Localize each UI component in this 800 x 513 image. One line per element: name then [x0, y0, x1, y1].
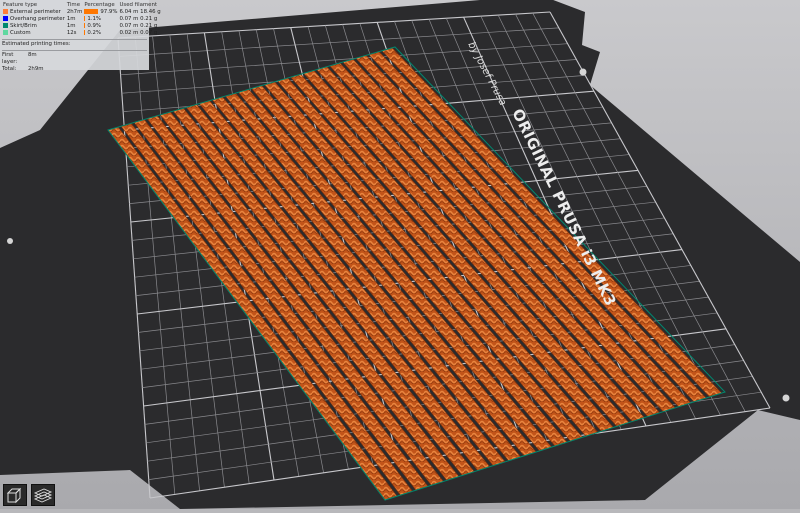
cube-iso-icon: [6, 487, 22, 504]
feature-row[interactable]: External perimeter 2h7m 97.9% 6.04 m 18.46 …: [2, 9, 162, 16]
feature-percentage: 1.1%: [83, 16, 118, 23]
bed-mount-hole: [579, 68, 587, 76]
feature-filament: 0.07 m 0.21 g: [119, 23, 158, 29]
feature-color-swatch: [3, 9, 8, 14]
estimated-times-label: Estimated printing times:: [2, 41, 71, 47]
col-percentage: Percentage: [84, 2, 115, 8]
feature-name: Custom: [2, 30, 66, 37]
col-used-filament: Used filament: [119, 2, 157, 8]
bed-mount-hole: [7, 238, 13, 244]
feature-table: Feature type Time Percentage Used filame…: [2, 2, 162, 37]
first-layer-row: First layer: 8m: [2, 52, 147, 66]
feature-percentage: 0.9%: [83, 23, 118, 30]
feature-name: Skirt/Brim: [2, 23, 66, 30]
feature-color-swatch: [3, 23, 8, 28]
first-layer-value: 8m: [28, 52, 37, 58]
col-feature-type: Feature type: [3, 2, 38, 8]
total-label: Total:: [2, 66, 17, 72]
percentage-bar: [84, 16, 86, 21]
iso-view-button[interactable]: [3, 484, 27, 506]
col-time: Time: [66, 2, 81, 8]
percentage-bar: [84, 9, 99, 14]
feature-time: 12s: [66, 30, 77, 36]
feature-row[interactable]: Custom 12s 0.2% 0.02 m 0.07 g: [2, 30, 162, 37]
print-bed-scene[interactable]: ORIGINAL PRUSA i3 MK3 by Josef Prusa: [0, 0, 800, 509]
legend-panel: Feature type Time Percentage Used filame…: [0, 0, 161, 73]
layers-view-button[interactable]: [31, 484, 55, 506]
feature-name: External perimeter: [2, 9, 66, 16]
feature-row[interactable]: Skirt/Brim 1m 0.9% 0.07 m 0.21 g: [2, 23, 162, 30]
feature-time: 1m: [66, 16, 76, 22]
percentage-bar: [84, 30, 86, 35]
feature-percentage: 97.9%: [83, 9, 118, 16]
3d-preview-viewport[interactable]: ORIGINAL PRUSA i3 MK3 by Josef Prusa: [0, 0, 800, 509]
feature-color-swatch: [3, 16, 8, 21]
feature-percentage: 0.2%: [83, 30, 118, 37]
feature-filament: 6.04 m 18.46 g: [119, 9, 161, 15]
total-row: Total: 2h9m: [2, 66, 147, 73]
layers-icon: [33, 488, 53, 503]
feature-filament: 0.07 m 0.21 g: [119, 16, 158, 22]
bed-mount-hole: [782, 394, 790, 402]
feature-color-swatch: [3, 30, 8, 35]
feature-time: 2h7m: [66, 9, 83, 15]
feature-name: Overhang perimeter: [2, 16, 66, 23]
feature-row[interactable]: Overhang perimeter 1m 1.1% 0.07 m 0.21 g: [2, 16, 162, 23]
feature-filament: 0.02 m 0.07 g: [119, 30, 158, 36]
view-toolbar: [3, 484, 55, 506]
total-value: 2h9m: [28, 66, 44, 72]
first-layer-label: First layer:: [2, 52, 18, 65]
feature-time: 1m: [66, 23, 76, 29]
percentage-bar: [84, 23, 86, 28]
